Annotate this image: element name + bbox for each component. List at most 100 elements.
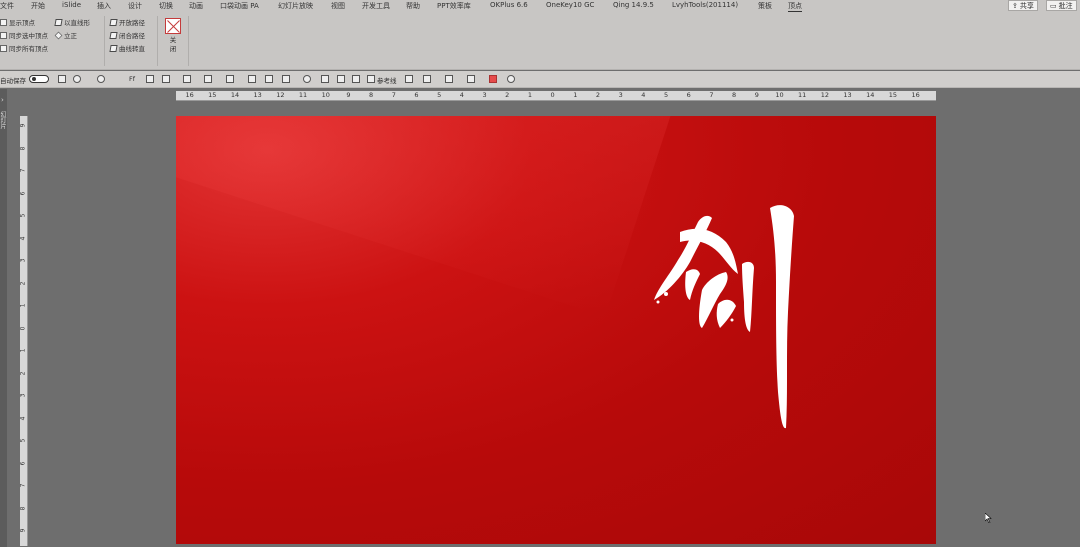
sync-all-vertices-button[interactable]: 同步所有顶点	[0, 43, 48, 53]
quick-access-toolbar: 自动保存 Ff 参考线	[0, 71, 1080, 88]
autosave-toggle[interactable]	[29, 75, 49, 83]
ruler-tick-label: 5	[20, 438, 27, 443]
ruler-tick-label: 13	[253, 91, 262, 99]
ruler-tick-label: 9	[20, 529, 27, 533]
crop-tool-icon[interactable]	[405, 75, 413, 83]
ruler-tick-label: 4	[459, 91, 464, 99]
close-path-button[interactable]: 闭合路径	[109, 30, 145, 40]
ruler-tick-label: 5	[663, 91, 669, 99]
text-color-icon[interactable]	[423, 75, 431, 83]
expand-panel-icon[interactable]: ›	[1, 96, 4, 104]
comment-button[interactable]: ▭ 批注	[1046, 0, 1077, 11]
smooth-point-button[interactable]: 立正	[54, 30, 77, 40]
smooth-point-icon	[54, 31, 63, 39]
ruler-tick-label: 8	[20, 506, 27, 511]
sync-selected-vertices-button[interactable]: 同步选中顶点	[0, 30, 48, 40]
ruler-tick-label: 11	[298, 91, 308, 99]
ruler-tick-label: 10	[321, 91, 330, 99]
save-icon[interactable]	[58, 75, 66, 83]
tab-design[interactable]: 设计	[128, 1, 142, 11]
tab-slideshow[interactable]: 幻灯片放映	[278, 1, 313, 11]
font-button[interactable]: Ff	[129, 75, 135, 83]
tab-developer[interactable]: 开发工具	[362, 1, 390, 11]
sword-calligraphy-shape[interactable]	[646, 202, 806, 434]
checkbox-icon	[0, 18, 7, 26]
close-path-icon	[109, 31, 118, 39]
ruler-tick-label: 9	[346, 91, 351, 99]
workspace: › 幻灯片 16 15 14 13 12 11 10 9 8 7 6 5 4 3 2 1 0 1 2 3 4 5 6 7 8 9 1…	[0, 89, 1080, 547]
tab-file[interactable]: 文件	[0, 1, 14, 11]
arrange-icon[interactable]	[204, 75, 212, 83]
tab-okplus[interactable]: OKPlus 6.6	[490, 1, 528, 9]
ruler-tick-label: 7	[20, 483, 27, 488]
share-button[interactable]: ⇪ 共享	[1008, 0, 1038, 11]
merge-icon[interactable]	[303, 75, 311, 83]
ruler-tick-label: 1	[20, 348, 27, 353]
open-path-icon	[109, 18, 118, 26]
distribute-icon[interactable]	[183, 75, 191, 83]
guides-label: 参考线	[377, 77, 397, 85]
undo-icon[interactable]	[73, 75, 81, 83]
table-icon[interactable]	[445, 75, 453, 83]
ruler-tick-label: 10	[775, 91, 784, 99]
close-vertices-icon[interactable]	[165, 18, 181, 34]
comment-icon: ▭	[1050, 1, 1057, 10]
redo-icon[interactable]	[97, 75, 105, 83]
ruler-tick-label: 12	[276, 91, 285, 99]
ruler-tick-label: 2	[20, 371, 27, 376]
tab-board[interactable]: 策板	[758, 1, 772, 11]
tab-qing[interactable]: Qing 14.9.5	[613, 1, 654, 9]
layout-icon[interactable]	[146, 75, 154, 83]
show-vertices-button[interactable]: 显示顶点	[0, 17, 35, 27]
tab-ppt-efficiency[interactable]: PPT效率库	[437, 1, 471, 11]
tab-animations[interactable]: 动画	[189, 1, 203, 11]
sync-all-icon	[0, 44, 7, 52]
align-icon[interactable]	[162, 75, 170, 83]
curve-icon	[109, 44, 118, 52]
ruler-tick-label: 7	[391, 91, 396, 99]
share-icon: ⇪	[1012, 1, 1018, 10]
tab-pocket-animation[interactable]: 口袋动画 PA	[220, 1, 259, 11]
group-icon[interactable]	[282, 75, 290, 83]
ruler-tick-label: 8	[20, 146, 27, 150]
brush-icon[interactable]	[265, 75, 273, 83]
tab-onekey[interactable]: OneKey10 GC	[546, 1, 594, 9]
height-icon[interactable]	[352, 75, 360, 83]
tab-view[interactable]: 视图	[331, 1, 345, 11]
curve-to-line-button[interactable]: 曲线转直	[109, 43, 145, 53]
ruler-tick-label: 14	[866, 91, 875, 99]
slide-canvas[interactable]	[176, 116, 936, 544]
tab-islide[interactable]: iSlide	[62, 1, 81, 9]
tab-home[interactable]: 开始	[31, 1, 45, 11]
ruler-tick-label: 15	[888, 91, 898, 99]
fill-icon[interactable]	[248, 75, 256, 83]
ruler-tick-label: 4	[20, 236, 27, 241]
shape-icon[interactable]	[226, 75, 234, 83]
ruler-tick-label: 9	[20, 123, 27, 128]
tab-lvyhtools[interactable]: LvyhTools(201114)	[672, 1, 738, 9]
guides-checkbox[interactable]	[367, 75, 375, 83]
close-vertices-button[interactable]: 关 闭	[166, 36, 180, 54]
ruler-tick-label: 8	[369, 91, 374, 99]
tab-insert[interactable]: 插入	[97, 1, 111, 11]
ruler-tick-label: 3	[482, 91, 487, 99]
width-icon[interactable]	[337, 75, 345, 83]
tab-help[interactable]: 帮助	[406, 1, 420, 11]
ribbon-divider	[157, 16, 158, 66]
ruler-tick-label: 0	[550, 91, 555, 99]
ruler-tick-label: 2	[20, 281, 27, 286]
straight-segment-button[interactable]: 以直线形	[54, 17, 90, 27]
chart-icon[interactable]	[467, 75, 475, 83]
ruler-tick-label: 16	[911, 91, 920, 99]
tab-vertices[interactable]: 顶点	[788, 1, 802, 12]
color-picker-icon[interactable]	[489, 75, 497, 83]
tab-transitions[interactable]: 切换	[159, 1, 173, 11]
open-path-button[interactable]: 开放路径	[109, 17, 145, 27]
crop-icon[interactable]	[321, 75, 329, 83]
options-icon[interactable]	[507, 75, 515, 83]
slides-panel-collapsed[interactable]: › 幻灯片	[0, 89, 7, 547]
ruler-tick-label: 1	[573, 91, 578, 99]
ruler-tick-label: 2	[595, 91, 601, 99]
comment-label: 批注	[1058, 1, 1073, 10]
ribbon-divider	[104, 16, 105, 66]
